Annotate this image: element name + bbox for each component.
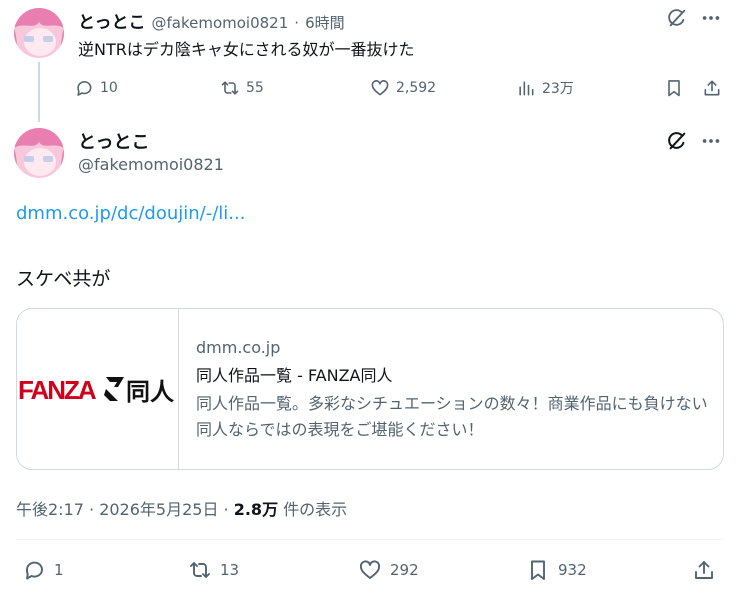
like-button[interactable]: 292 [358,556,419,584]
user-handle[interactable]: @fakemomoi0821 [152,14,289,32]
tweet-text: 逆NTRはデカ陰キャ女にされる奴が一番抜けた [78,40,415,59]
tweet-timestamp: 午後2:17 · 2026年5月25日 · 2.8万 件の表示 [16,496,347,520]
tweet2-actions: 1 13 292 932 [16,556,724,584]
thread-line [38,62,40,122]
share-button[interactable] [692,556,716,584]
like-icon [371,80,389,96]
like-icon [359,560,381,579]
share-button[interactable] [702,74,722,102]
bookmark-icon [668,80,680,97]
reply-icon [77,81,92,96]
tweet-text: スケベ共が [16,268,111,290]
card-domain: dmm.co.jp [196,338,281,357]
svg-text:FANZA: FANZA [18,375,97,405]
card-title: 同人作品一覧 - FANZA同人 [196,366,393,385]
user-handle[interactable]: @fakemomoi0821 [78,155,224,174]
display-name[interactable]: とっとこ [78,128,149,154]
views-label: 件の表示 [278,500,348,519]
card-description: 同人作品一覧。多彩なシチュエーションの数々！商業作品にも負けない同人ならではの表… [196,394,708,439]
views-icon [519,81,534,96]
like-count: 2,592 [396,80,437,96]
svg-text:同人: 同人 [126,378,174,406]
display-name[interactable]: とっとこ [78,8,146,33]
bookmark-icon [531,560,545,580]
bookmark-button[interactable] [664,74,684,102]
divider [16,539,724,540]
reply-button[interactable]: 10 [74,74,118,102]
tweet1-actions: 10 55 2,592 23万 [74,74,734,102]
retweet-icon [190,562,210,578]
fanza-logo: FANZA 同人 [18,375,174,406]
reply-count: 10 [100,80,118,96]
tweet-time[interactable]: 6時間 [305,12,345,33]
card-body: dmm.co.jp 同人作品一覧 - FANZA同人 同人作品一覧。多彩なシチュ… [196,309,721,443]
like-count: 292 [390,561,419,579]
card-thumbnail: FANZA 同人 [17,309,179,469]
avatar[interactable] [14,128,64,178]
tweet1-header: とっとこ @fakemomoi0821 · 6時間 [78,8,345,33]
reply-button[interactable]: 1 [22,556,64,584]
views-button[interactable]: 23万 [516,74,574,102]
retweet-button[interactable]: 13 [188,556,239,584]
separator: · [294,14,300,32]
like-button[interactable]: 2,592 [370,74,436,102]
grok-icon[interactable] [664,128,690,154]
retweet-icon [221,81,239,95]
more-icon[interactable] [698,5,724,31]
views-count: 23万 [542,81,574,97]
bookmark-button[interactable]: 932 [526,556,587,584]
tweet-link[interactable]: dmm.co.jp/dc/doujin/-/li... [16,203,245,224]
retweet-count: 55 [246,80,264,96]
timestamp-text[interactable]: 午後2:17 · 2026年5月25日 · [16,500,234,519]
retweet-button[interactable]: 55 [220,74,264,102]
more-icon[interactable] [698,128,724,154]
grok-icon[interactable] [664,5,690,31]
share-icon [695,561,713,579]
views-number: 2.8万 [233,500,279,519]
reply-icon [25,561,43,580]
avatar[interactable] [14,8,64,58]
share-icon [704,80,720,96]
bookmark-count: 932 [558,561,587,579]
retweet-count: 13 [220,561,240,579]
link-card[interactable]: FANZA 同人 dmm.co.jp 同人作品一覧 - FANZA同人 同人作品… [16,308,724,470]
reply-count: 1 [54,561,64,579]
